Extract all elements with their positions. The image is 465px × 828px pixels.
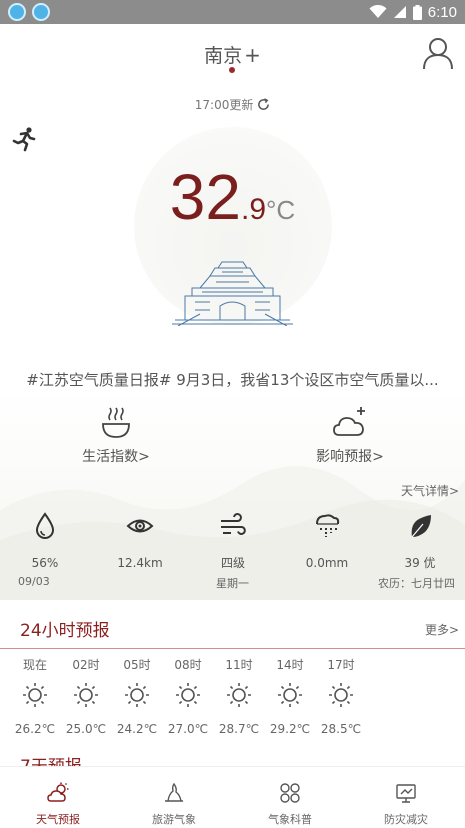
hour-time: 08时 xyxy=(174,658,202,672)
hourly-forecast-item: 02时 25.0℃ xyxy=(58,656,114,737)
city-selector[interactable]: 南京 + xyxy=(0,41,465,68)
impact-forecast-label: 影响预报> xyxy=(316,449,384,465)
weather-tab-icon xyxy=(47,782,69,802)
tab-label: 天气预报 xyxy=(36,813,80,826)
bowl-icon xyxy=(102,407,130,438)
update-time[interactable]: 17:00更新 xyxy=(0,96,465,113)
sun-icon xyxy=(74,683,98,707)
hour-temp: 24.2℃ xyxy=(116,722,158,736)
update-label: 17:00更新 xyxy=(194,98,254,112)
hour-temp: 28.7℃ xyxy=(218,722,260,736)
hourly-forecast-item: 05时 24.2℃ xyxy=(109,656,165,737)
sun-icon xyxy=(329,683,353,707)
temp-decimal: .9 xyxy=(240,193,267,226)
rain-icon xyxy=(316,514,340,537)
humidity-drop-icon xyxy=(35,512,55,539)
sun-icon xyxy=(176,683,200,707)
hour-time: 02时 xyxy=(72,658,100,672)
leaf-aqi-icon xyxy=(411,515,431,538)
travel-tab-icon xyxy=(165,782,183,802)
current-temperature: 32.9°C xyxy=(0,160,465,234)
visibility-eye-icon xyxy=(126,519,154,533)
impact-forecast-button[interactable]: 影响预报> xyxy=(290,404,410,466)
life-index-button[interactable]: 生活指数> xyxy=(56,404,176,466)
tab-travel-weather[interactable]: 旅游气象 xyxy=(116,767,232,828)
forecast-24h-title: 24小时预报 xyxy=(20,621,110,641)
city-name: 南京 xyxy=(204,45,243,67)
tab-disaster-prevention[interactable]: 防灾减灾 xyxy=(348,767,464,828)
running-person-icon[interactable] xyxy=(12,126,38,152)
page-indicator xyxy=(229,67,235,73)
notification-app-icon xyxy=(8,3,26,21)
temp-integer: 32 xyxy=(169,161,241,233)
city-landmark-illustration xyxy=(172,261,293,326)
user-icon[interactable] xyxy=(421,36,455,70)
tab-weather-forecast[interactable]: 天气预报 xyxy=(0,767,116,828)
hour-time: 11时 xyxy=(225,658,253,672)
sun-icon xyxy=(125,683,149,707)
add-city-icon[interactable]: + xyxy=(244,43,261,67)
disaster-tab-icon xyxy=(396,784,416,803)
notification-app-icon xyxy=(32,3,50,21)
humidity-value: 56% xyxy=(31,556,59,570)
signal-icon xyxy=(393,6,406,18)
hour-temp: 29.2℃ xyxy=(269,722,311,736)
science-tab-icon xyxy=(280,783,300,803)
hour-temp: 25.0℃ xyxy=(65,722,107,736)
hourly-forecast-item: 17时 28.5℃ xyxy=(313,656,369,737)
humidity-metric: 56% xyxy=(0,512,90,571)
rainfall-value: 0.0mm xyxy=(305,556,349,570)
news-ticker[interactable]: #江苏空气质量日报# 9月3日，我省13个设区市空气质量以... xyxy=(0,369,465,390)
hour-time: 14时 xyxy=(276,658,304,672)
visibility-metric: 12.4km xyxy=(95,512,185,571)
wind-metric: 四级 xyxy=(188,512,278,571)
hour-time: 17时 xyxy=(327,658,355,672)
battery-icon xyxy=(412,4,422,20)
hour-temp: 28.5℃ xyxy=(320,722,362,736)
rainfall-metric: 0.0mm xyxy=(282,512,372,571)
lunar-date: 农历：七月廿四 xyxy=(378,577,455,590)
hour-temp: 26.2℃ xyxy=(14,722,56,736)
forecast-7d-title: 7天预报 xyxy=(20,752,82,766)
status-bar: 6:10 xyxy=(0,0,465,24)
section-divider xyxy=(0,648,465,649)
forecast-24h-more-link[interactable]: 更多> xyxy=(425,621,459,638)
hourly-forecast-item: 现在 26.2℃ xyxy=(7,656,63,737)
hourly-forecast-item: 08时 27.0℃ xyxy=(160,656,216,737)
tab-label: 旅游气象 xyxy=(152,813,196,826)
temp-unit: °C xyxy=(266,195,296,225)
tab-weather-science[interactable]: 气象科普 xyxy=(232,767,348,828)
sun-icon xyxy=(23,683,47,707)
visibility-value: 12.4km xyxy=(117,556,163,570)
tab-label: 防灾减灾 xyxy=(384,813,428,826)
wifi-icon xyxy=(369,5,387,18)
hour-time: 现在 xyxy=(22,658,47,672)
sun-icon xyxy=(278,683,302,707)
hourly-forecast-item: 14时 29.2℃ xyxy=(262,656,318,737)
hour-temp: 27.0℃ xyxy=(167,722,209,736)
cloud-plus-icon xyxy=(333,407,365,436)
refresh-icon[interactable] xyxy=(257,98,270,111)
bottom-tab-bar: 天气预报 旅游气象 气象科普 防灾减灾 xyxy=(0,766,465,828)
wind-value: 四级 xyxy=(220,556,245,570)
header: 南京 + xyxy=(0,24,465,94)
life-index-label: 生活指数> xyxy=(82,449,150,465)
hour-time: 05时 xyxy=(123,658,151,672)
air-quality-metric: 39 优 xyxy=(375,512,465,571)
clock: 6:10 xyxy=(427,3,457,21)
air-quality-value: 39 优 xyxy=(404,556,436,570)
hourly-forecast-item: 11时 28.7℃ xyxy=(211,656,267,737)
sun-icon xyxy=(227,683,251,707)
wind-icon xyxy=(221,513,246,535)
tab-label: 气象科普 xyxy=(268,813,312,826)
weather-detail-link[interactable]: 天气详情> xyxy=(401,482,459,499)
